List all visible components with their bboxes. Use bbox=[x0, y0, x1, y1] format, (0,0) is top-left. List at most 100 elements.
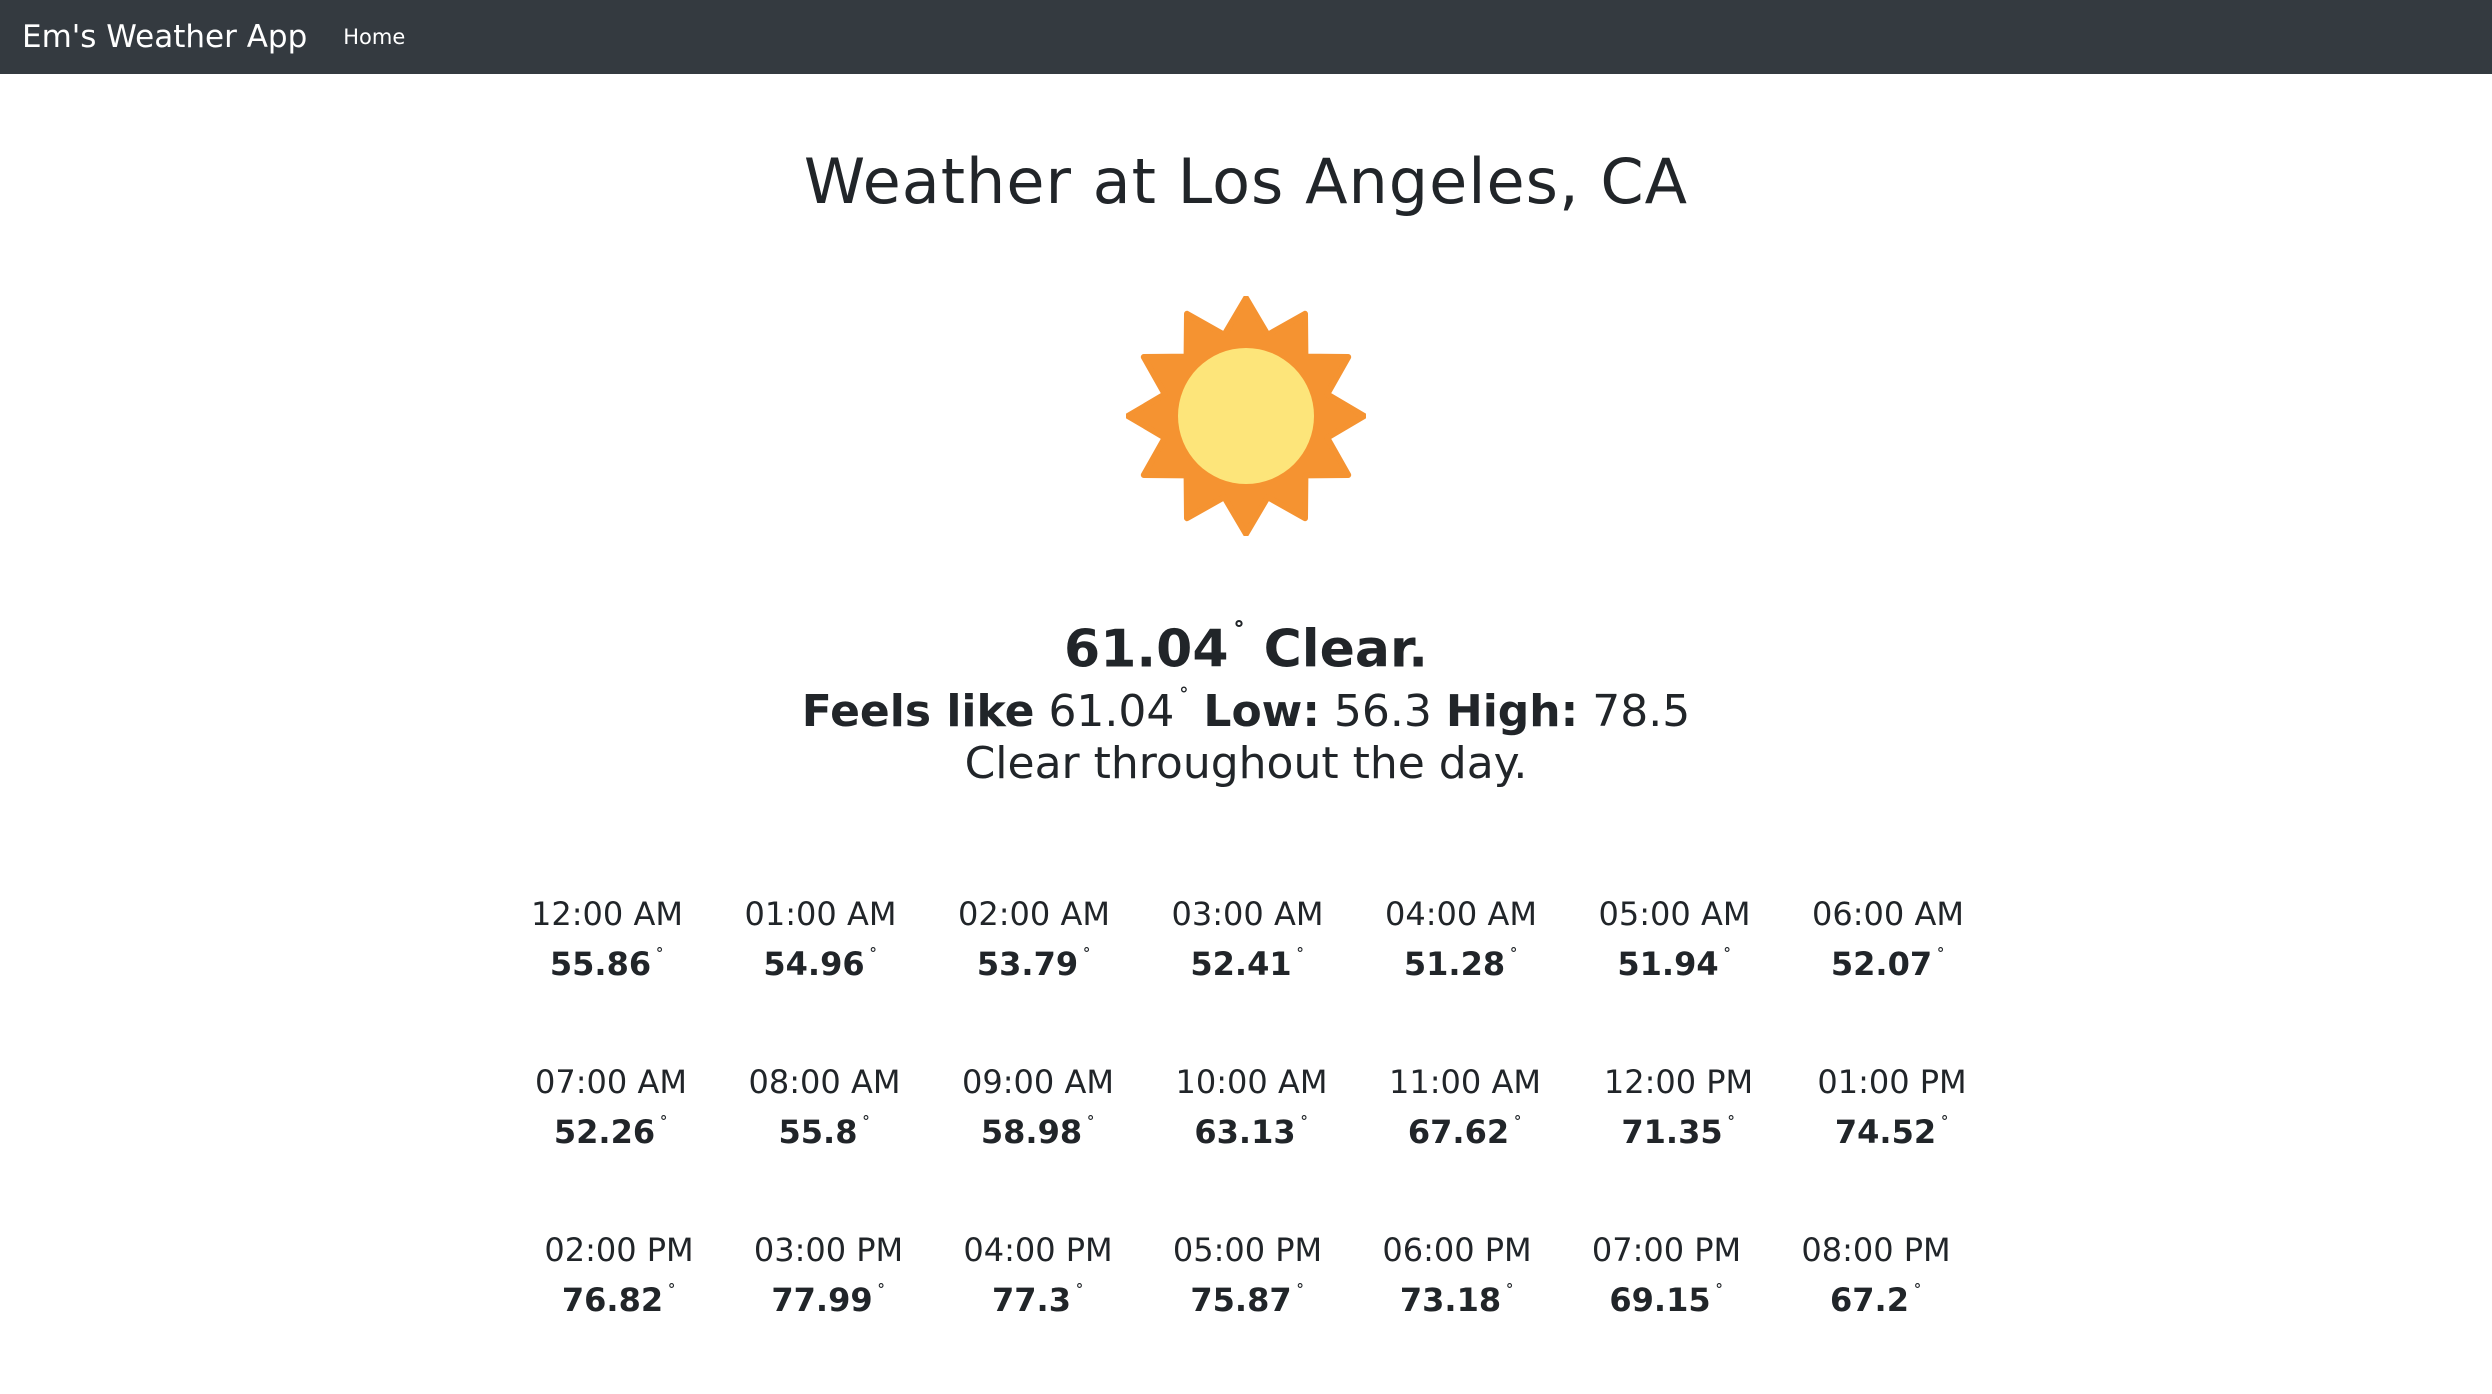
degree-symbol: ˚ bbox=[1940, 1115, 1950, 1136]
nav-home-link[interactable]: Home bbox=[343, 25, 405, 49]
hourly-temp-row: 55.86 ˚ bbox=[507, 934, 707, 988]
hourly-item: 05:00 AM 51.94 ˚ bbox=[1575, 894, 1775, 988]
hourly-time: 04:00 AM bbox=[1385, 895, 1537, 933]
hourly-temp-row: 73.18 ˚ bbox=[1357, 1270, 1557, 1324]
degree-symbol: ˚ bbox=[861, 1115, 871, 1136]
hourly-temp: 52.41 bbox=[1190, 945, 1292, 983]
hourly-temp: 69.15 bbox=[1609, 1281, 1711, 1319]
hourly-temp: 67.62 bbox=[1407, 1113, 1510, 1151]
degree-symbol: ˚ bbox=[1726, 1115, 1736, 1136]
hourly-temp: 51.28 bbox=[1403, 945, 1506, 983]
hourly-temp-row: 58.98 ˚ bbox=[938, 1102, 1138, 1156]
hourly-temp: 77.99 bbox=[771, 1281, 873, 1319]
hourly-time: 02:00 PM bbox=[544, 1231, 694, 1269]
hourly-temp: 53.79 bbox=[976, 945, 1079, 983]
degree-symbol: ˚ bbox=[1513, 1115, 1523, 1136]
degree-symbol: ˚ bbox=[655, 947, 665, 968]
degree-symbol: ˚ bbox=[659, 1115, 669, 1136]
hourly-item: 06:00 AM 52.07 ˚ bbox=[1788, 894, 1988, 988]
degree-symbol: ˚ bbox=[1178, 687, 1190, 712]
hourly-item: 05:00 PM 75.87 ˚ bbox=[1148, 1230, 1348, 1324]
degree-symbol: ˚ bbox=[667, 1283, 677, 1304]
hourly-temp: 51.94 bbox=[1617, 945, 1719, 983]
hourly-temp-row: 71.35 ˚ bbox=[1579, 1102, 1779, 1156]
hourly-time: 07:00 PM bbox=[1591, 1231, 1742, 1269]
hourly-time: 12:00 PM bbox=[1603, 1063, 1754, 1101]
hourly-temp-row: 69.15 ˚ bbox=[1567, 1270, 1767, 1324]
hourly-item: 12:00 AM 55.86 ˚ bbox=[507, 894, 707, 988]
page-title: Weather at Los Angeles, CA bbox=[803, 145, 1689, 218]
hourly-temp-row: 51.94 ˚ bbox=[1575, 934, 1775, 988]
high-value: 78.5 bbox=[1592, 685, 1691, 737]
hourly-time: 01:00 PM bbox=[1817, 1063, 1967, 1101]
hourly-temp: 77.3 bbox=[992, 1281, 1071, 1319]
hourly-temp-row: 67.62 ˚ bbox=[1365, 1102, 1565, 1156]
hourly-temp-row: 52.26 ˚ bbox=[511, 1102, 711, 1156]
hourly-temp: 63.13 bbox=[1194, 1113, 1296, 1151]
hourly-time: 02:00 AM bbox=[958, 895, 1110, 933]
hourly-item: 02:00 PM 76.82 ˚ bbox=[519, 1230, 719, 1324]
hourly-item: 04:00 AM 51.28 ˚ bbox=[1361, 894, 1561, 988]
hourly-time: 08:00 PM bbox=[1801, 1231, 1951, 1269]
hourly-time: 01:00 AM bbox=[744, 895, 897, 933]
temperature-details: Feels like 61.04 ˚ Low: 56.3 High: 78.5 bbox=[0, 669, 2492, 743]
hourly-temp-row: 67.2 ˚ bbox=[1776, 1270, 1976, 1324]
hourly-time: 09:00 AM bbox=[962, 1063, 1114, 1101]
low-value: 56.3 bbox=[1333, 685, 1432, 737]
hourly-temp-row: 52.41 ˚ bbox=[1148, 934, 1348, 988]
hourly-temp-row: 55.8 ˚ bbox=[725, 1102, 925, 1156]
hourly-temp: 58.98 bbox=[980, 1113, 1083, 1151]
hourly-item: 04:00 PM 77.3 ˚ bbox=[938, 1230, 1138, 1324]
low-label: Low: bbox=[1203, 685, 1320, 737]
degree-symbol: ˚ bbox=[1295, 947, 1305, 968]
degree-symbol: ˚ bbox=[1912, 1283, 1922, 1304]
hourly-temp-row: 53.79 ˚ bbox=[934, 934, 1134, 988]
hourly-time: 11:00 AM bbox=[1389, 1063, 1541, 1101]
hourly-item: 01:00 PM 74.52 ˚ bbox=[1792, 1062, 1992, 1156]
hourly-time: 12:00 AM bbox=[531, 895, 683, 933]
degree-symbol: ˚ bbox=[1232, 620, 1246, 650]
hourly-time: 03:00 PM bbox=[753, 1231, 904, 1269]
hourly-temp-row: 75.87 ˚ bbox=[1148, 1270, 1348, 1324]
degree-symbol: ˚ bbox=[1074, 1283, 1084, 1304]
hourly-time: 10:00 AM bbox=[1175, 1063, 1328, 1101]
hourly-temp-row: 51.28 ˚ bbox=[1361, 934, 1561, 988]
degree-symbol: ˚ bbox=[1722, 947, 1732, 968]
hourly-temp-row: 77.99 ˚ bbox=[729, 1270, 929, 1324]
degree-symbol: ˚ bbox=[1936, 947, 1946, 968]
hourly-item: 12:00 PM 71.35 ˚ bbox=[1579, 1062, 1779, 1156]
sun-icon bbox=[1126, 296, 1366, 536]
hourly-temp: 55.86 bbox=[549, 945, 652, 983]
hourly-time: 04:00 PM bbox=[963, 1231, 1113, 1269]
hourly-item: 01:00 AM 54.96 ˚ bbox=[721, 894, 921, 988]
brand-link[interactable]: Em's Weather App bbox=[22, 19, 307, 55]
hourly-item: 08:00 PM 67.2 ˚ bbox=[1776, 1230, 1976, 1324]
degree-symbol: ˚ bbox=[868, 947, 878, 968]
hourly-item: 03:00 AM 52.41 ˚ bbox=[1148, 894, 1348, 988]
hourly-item: 02:00 AM 53.79 ˚ bbox=[934, 894, 1134, 988]
hourly-temp-row: 54.96 ˚ bbox=[721, 934, 921, 988]
hourly-temp: 71.35 bbox=[1621, 1113, 1723, 1151]
hourly-item: 08:00 AM 55.8 ˚ bbox=[725, 1062, 925, 1156]
hourly-time: 03:00 AM bbox=[1171, 895, 1324, 933]
hourly-time: 05:00 PM bbox=[1172, 1231, 1323, 1269]
degree-symbol: ˚ bbox=[1295, 1283, 1305, 1304]
degree-symbol: ˚ bbox=[1714, 1283, 1724, 1304]
hourly-item: 10:00 AM 63.13 ˚ bbox=[1152, 1062, 1352, 1156]
hourly-temp: 52.26 bbox=[553, 1113, 656, 1151]
hourly-time: 06:00 PM bbox=[1382, 1231, 1532, 1269]
degree-symbol: ˚ bbox=[1505, 1283, 1515, 1304]
degree-symbol: ˚ bbox=[1086, 1115, 1096, 1136]
daily-summary: Clear throughout the day. bbox=[964, 738, 1528, 789]
hourly-item: 11:00 AM 67.62 ˚ bbox=[1365, 1062, 1565, 1156]
hourly-temp-row: 63.13 ˚ bbox=[1152, 1102, 1352, 1156]
hourly-temp-row: 52.07 ˚ bbox=[1788, 934, 1988, 988]
hourly-temp: 67.2 bbox=[1830, 1281, 1909, 1319]
hourly-temp-row: 77.3 ˚ bbox=[938, 1270, 1138, 1324]
high-label: High: bbox=[1445, 685, 1579, 737]
hourly-time: 08:00 AM bbox=[748, 1063, 901, 1101]
hourly-time: 05:00 AM bbox=[1598, 895, 1751, 933]
degree-symbol: ˚ bbox=[876, 1283, 886, 1304]
hourly-item: 07:00 AM 52.26 ˚ bbox=[511, 1062, 711, 1156]
hourly-temp: 54.96 bbox=[763, 945, 865, 983]
